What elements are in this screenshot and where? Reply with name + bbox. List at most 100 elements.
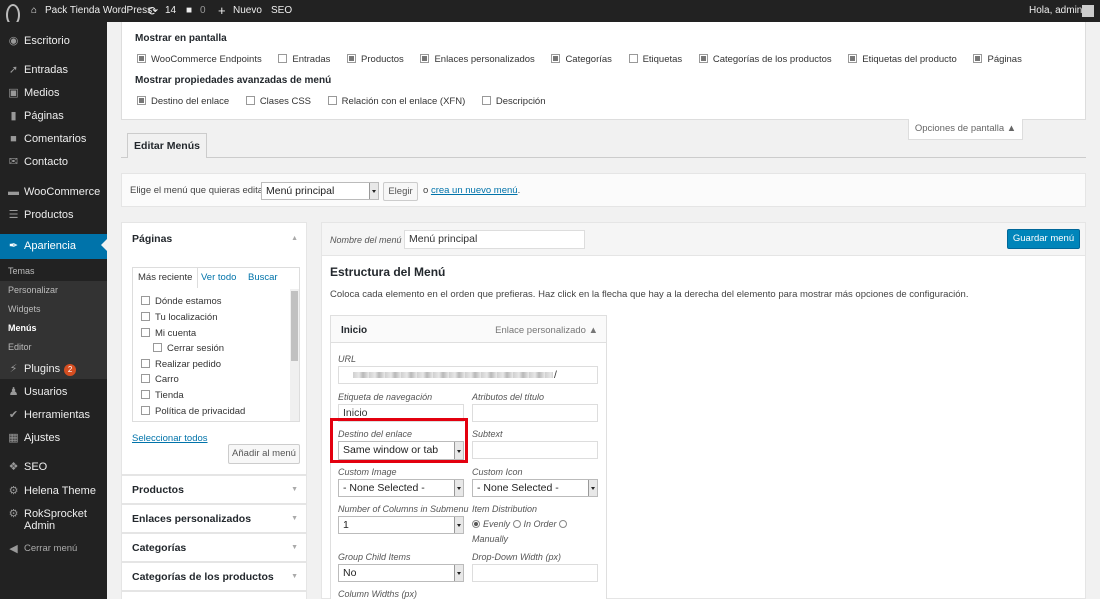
sidebar-item-usuarios[interactable]: ♟ Usuarios: [0, 382, 107, 404]
comments-icon[interactable]: ■: [186, 0, 192, 22]
option-productos[interactable]: Productos: [347, 53, 404, 65]
checkbox[interactable]: [327, 95, 337, 105]
checkbox[interactable]: [551, 53, 561, 63]
comments-count[interactable]: 0: [200, 0, 206, 22]
updates-icon[interactable]: ⟳: [148, 0, 158, 22]
pages-scrollbar[interactable]: [290, 289, 299, 421]
checkbox[interactable]: [698, 53, 708, 63]
create-menu-link[interactable]: crea un nuevo menú: [431, 185, 518, 196]
list-item[interactable]: Tu localización: [141, 311, 217, 323]
home-icon[interactable]: ⌂: [31, 0, 37, 22]
option-woocommerce-endpoints[interactable]: WooCommerce Endpoints: [137, 53, 262, 65]
sidebar-item-ajustes[interactable]: ▦ Ajustes: [0, 428, 107, 450]
checkbox[interactable]: [141, 389, 150, 399]
select-all-link[interactable]: Seleccionar todos: [132, 433, 208, 444]
checkbox[interactable]: [137, 95, 146, 105]
submenu-widgets[interactable]: Widgets: [8, 304, 41, 314]
account-greeting[interactable]: Hola, admin: [1029, 0, 1082, 22]
title-attribute-input[interactable]: [472, 404, 598, 422]
sidebar-item-contacto[interactable]: ✉ Contacto: [0, 152, 107, 174]
list-item[interactable]: Carro: [141, 373, 179, 385]
checkbox[interactable]: [141, 296, 150, 305]
sidebar-item-paginas[interactable]: ▮ Páginas: [0, 106, 107, 128]
submenu-menus[interactable]: Menús: [8, 323, 37, 333]
option-clases-css[interactable]: Clases CSS: [245, 95, 311, 107]
option-etiquetas-producto[interactable]: Etiquetas del producto: [848, 53, 957, 65]
seo-link[interactable]: SEO: [271, 0, 292, 22]
custom-image-select[interactable]: - None Selected -: [338, 479, 464, 497]
new-content-link[interactable]: Nuevo: [233, 0, 262, 22]
sidebar-item-roksprocket[interactable]: ⚙ RokSprocket Admin: [0, 504, 107, 534]
sidebar-item-entradas[interactable]: ➚ Entradas: [0, 60, 107, 82]
checkbox[interactable]: [245, 95, 255, 105]
checkbox[interactable]: [141, 358, 150, 368]
sidebar-item-apariencia[interactable]: ✒ Apariencia: [0, 234, 107, 259]
tab-mas-reciente[interactable]: Más reciente: [133, 268, 199, 288]
checkbox[interactable]: [420, 53, 430, 63]
option-xfn[interactable]: Relación con el enlace (XFN): [327, 95, 465, 107]
custom-icon-select[interactable]: - None Selected -: [472, 479, 598, 497]
checkbox[interactable]: [141, 311, 150, 321]
enlaces-personalizados-metabox[interactable]: Enlaces personalizados ▼: [121, 504, 307, 533]
updates-count[interactable]: 14: [165, 0, 176, 22]
collapse-menu-button[interactable]: ◀ Cerrar menú: [0, 539, 107, 561]
dropdown-width-input[interactable]: [472, 564, 598, 582]
columns-select[interactable]: 1: [338, 516, 464, 534]
submenu-editor[interactable]: Editor: [8, 342, 32, 352]
list-item[interactable]: Mi cuenta: [141, 327, 196, 339]
option-etiquetas[interactable]: Etiquetas: [628, 53, 682, 65]
radio-manually[interactable]: [559, 519, 568, 528]
sidebar-item-productos[interactable]: ☰ Productos: [0, 205, 107, 227]
submenu-temas[interactable]: Temas: [8, 266, 35, 276]
radio-evenly[interactable]: [472, 519, 480, 528]
sidebar-item-herramientas[interactable]: ✔ Herramientas: [0, 405, 107, 427]
option-enlaces-personalizados[interactable]: Enlaces personalizados: [420, 53, 535, 65]
tab-editar-menus[interactable]: Editar Menús: [127, 133, 207, 158]
save-menu-button[interactable]: Guardar menú: [1007, 229, 1080, 249]
checkbox[interactable]: [481, 95, 491, 105]
checkbox[interactable]: [137, 53, 146, 63]
screen-options-toggle[interactable]: Opciones de pantalla ▲: [908, 119, 1023, 140]
collapse-arrow-icon[interactable]: ▲: [291, 235, 298, 242]
subtext-input[interactable]: [472, 441, 598, 459]
url-input[interactable]: /: [338, 366, 598, 384]
option-destino-enlace[interactable]: Destino del enlace: [137, 95, 229, 107]
sidebar-item-escritorio[interactable]: ◉ Escritorio: [0, 31, 107, 53]
categorias-metabox[interactable]: Categorías ▼: [121, 533, 307, 562]
checkbox[interactable]: [141, 405, 150, 415]
checkbox[interactable]: [141, 327, 150, 337]
scrollbar-thumb[interactable]: [291, 291, 298, 361]
list-item[interactable]: Realizar pedido: [141, 358, 221, 370]
checkbox[interactable]: [973, 53, 983, 63]
option-entradas[interactable]: Entradas: [278, 53, 330, 65]
list-item[interactable]: Tienda: [141, 389, 184, 401]
site-name-link[interactable]: Pack Tienda WordPress: [45, 0, 152, 22]
menu-select[interactable]: Menú principal: [261, 182, 379, 200]
group-child-select[interactable]: No: [338, 564, 464, 582]
sidebar-item-medios[interactable]: ▣ Medios: [0, 83, 107, 105]
option-categorias-productos[interactable]: Categorías de los productos: [698, 53, 832, 65]
sidebar-item-seo[interactable]: ❖ SEO: [0, 457, 107, 479]
checkbox[interactable]: [628, 53, 638, 63]
categorias-productos-metabox[interactable]: Categorías de los productos ▼: [121, 562, 307, 591]
checkbox[interactable]: [848, 53, 858, 63]
sidebar-item-helena-theme[interactable]: ⚙ Helena Theme: [0, 481, 107, 503]
checkbox[interactable]: [153, 342, 162, 352]
tab-ver-todo[interactable]: Ver todo: [201, 272, 236, 283]
sidebar-item-plugins[interactable]: ⚡ Plugins 2: [0, 359, 107, 381]
plus-icon[interactable]: +: [218, 0, 226, 22]
select-menu-button[interactable]: Elegir: [383, 182, 418, 201]
list-item[interactable]: Política de privacidad: [141, 405, 245, 417]
checkbox[interactable]: [347, 53, 357, 63]
checkbox[interactable]: [141, 373, 150, 383]
option-descripcion[interactable]: Descripción: [481, 95, 546, 107]
checkbox[interactable]: [278, 53, 288, 63]
menu-item-type[interactable]: Enlace personalizado ▲: [495, 325, 598, 336]
avatar[interactable]: [1082, 5, 1094, 17]
tab-buscar[interactable]: Buscar: [248, 272, 278, 283]
add-to-menu-button[interactable]: Añadir al menú: [228, 444, 300, 464]
radio-in-order[interactable]: [512, 519, 521, 528]
option-categorias[interactable]: Categorías: [551, 53, 612, 65]
submenu-personalizar[interactable]: Personalizar: [8, 285, 58, 295]
productos-metabox[interactable]: Productos ▼: [121, 475, 307, 504]
